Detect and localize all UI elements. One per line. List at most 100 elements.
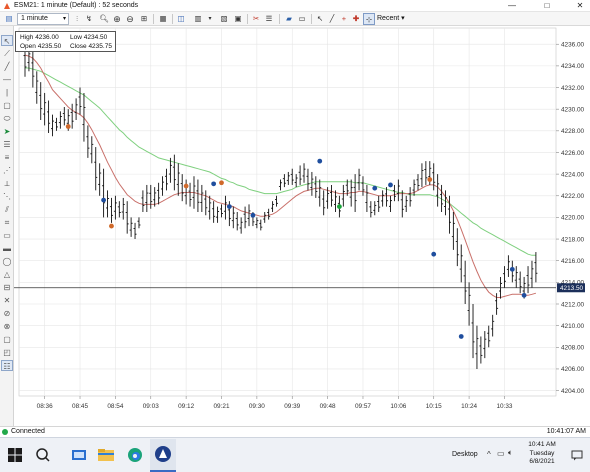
price-chart[interactable]: 4236.00 4234.00 4232.00 4230.00 4228.00 4226.… — [14, 26, 590, 426]
price-bar — [117, 201, 121, 218]
snapshot-icon[interactable]: ▰ — [283, 13, 295, 25]
file-explorer-icon[interactable] — [95, 444, 117, 466]
ruler-tool-icon[interactable]: ⟋ — [1, 48, 13, 59]
horizontal-line-icon[interactable]: — — [1, 74, 13, 85]
search-icon[interactable]: 🔍︎ — [98, 13, 110, 25]
show-hidden-icons[interactable]: ^ — [487, 450, 491, 459]
volume-icon[interactable]: 🔈︎ — [508, 448, 513, 458]
marker-tool-icon[interactable]: ⊟ — [1, 282, 13, 293]
task-view-icon[interactable] — [68, 444, 90, 466]
object-list-icon[interactable]: ☷ — [1, 360, 13, 371]
regression-icon[interactable]: ⫽ — [1, 204, 13, 215]
fib-tool-icon[interactable]: ⋰ — [1, 165, 13, 176]
zoom-out-icon[interactable]: ⊖ — [124, 13, 136, 25]
price-bar — [47, 100, 51, 133]
indicators-icon[interactable]: ◫ — [175, 13, 187, 25]
gann-fan-icon[interactable]: ⋱ — [1, 191, 13, 202]
minimize-button[interactable]: — — [504, 1, 520, 11]
low-value: 4234.50 — [83, 34, 108, 41]
zoom-in-icon[interactable]: ⊕ — [111, 13, 123, 25]
region-tool-icon[interactable]: ▬ — [1, 243, 13, 254]
instrument-icon[interactable]: ▤ — [3, 13, 15, 25]
window-title: ESM21: 1 minute (Default) : 52 seconds — [14, 2, 139, 9]
snap-mode-icon[interactable]: ⊗ — [1, 321, 13, 332]
price-bar — [164, 168, 168, 191]
timeframe-select[interactable]: 1 minute ▾ — [17, 13, 69, 25]
hide-drawing-icon[interactable]: ◰ — [1, 347, 13, 358]
pitchfork-icon[interactable]: ⟂ — [1, 178, 13, 189]
taskbar-clock[interactable]: 10:41 AM Tuesday 6/8/2021 — [520, 441, 564, 467]
bar-type-icon[interactable]: ⫶ — [72, 13, 82, 25]
app-window: ESM21: 1 minute (Default) : 52 seconds —… — [0, 0, 590, 472]
pointer-tool-icon[interactable]: ↖ — [1, 35, 13, 46]
open-label: Open — [20, 43, 36, 50]
fib-extension-icon[interactable]: ⌗ — [1, 217, 13, 228]
templates-icon[interactable]: ▧ — [218, 13, 230, 25]
price-tick-label: 4226.00 — [561, 150, 585, 157]
arrow-tool-icon[interactable]: ➤ — [1, 126, 13, 137]
price-bar — [184, 179, 188, 205]
price-bar — [220, 204, 223, 218]
ellipse-tool-icon[interactable]: ⬭ — [1, 113, 13, 124]
maximize-button[interactable]: □ — [539, 1, 555, 11]
properties-icon[interactable]: ☰ — [263, 13, 275, 25]
price-bar — [369, 201, 373, 218]
alert-icon[interactable]: ▣ — [232, 13, 244, 25]
data-box-icon[interactable]: ▦ — [157, 13, 169, 25]
chart-style-icon[interactable]: ↯ — [83, 13, 95, 25]
edge-browser-icon[interactable] — [124, 444, 146, 466]
split-icon[interactable]: ⊞ — [138, 13, 150, 25]
price-bar — [90, 136, 94, 164]
price-bar — [479, 336, 483, 364]
channel-tool-icon[interactable]: ☰ — [1, 139, 13, 150]
price-bar — [216, 206, 220, 223]
price-bar — [377, 195, 381, 212]
network-icon[interactable]: ▭ — [497, 449, 505, 458]
list-tool-icon[interactable]: ≡ — [1, 152, 13, 163]
scissors-icon[interactable]: ✂ — [250, 13, 262, 25]
time-tick-label: 10:33 — [496, 403, 512, 410]
price-tag-label: 4213.50 — [560, 285, 584, 292]
draw-line-icon[interactable]: ╱ — [326, 13, 338, 25]
search-icon[interactable] — [32, 444, 54, 466]
trade-marker — [509, 266, 515, 272]
chevron-down-icon[interactable]: ▾ — [205, 13, 215, 25]
price-tick-label: 4232.00 — [561, 85, 585, 92]
share-icon[interactable]: ▭ — [296, 13, 308, 25]
pointer-icon[interactable]: ↖ — [314, 13, 326, 25]
strategies-icon[interactable]: ▥ — [192, 13, 204, 25]
plot-frame — [18, 27, 557, 397]
price-bar — [271, 201, 275, 212]
ellipse-shape-icon[interactable]: ◯ — [1, 256, 13, 267]
price-tick-label: 4230.00 — [561, 106, 585, 113]
price-bar — [58, 111, 62, 129]
price-bar — [471, 304, 475, 359]
price-tick-label: 4208.00 — [561, 345, 585, 352]
crosshair-lock-icon[interactable]: ⊹ — [363, 13, 375, 25]
price-bar — [357, 168, 361, 191]
stay-in-draw-icon[interactable]: ⊘ — [1, 308, 13, 319]
time-tick-label: 08:36 — [37, 403, 53, 410]
line-tool-icon[interactable]: ╱ — [1, 61, 13, 72]
global-crosshair-icon[interactable]: ✚ — [350, 13, 362, 25]
trade-marker — [337, 204, 342, 209]
text-tool-icon[interactable]: ▢ — [1, 100, 13, 111]
windows-start-icon[interactable] — [4, 444, 26, 466]
desktop-toolbar-label[interactable]: Desktop — [452, 451, 478, 458]
crosshair-icon[interactable]: + — [338, 13, 350, 25]
notification-icon[interactable] — [571, 450, 583, 461]
rectangle-tool-icon[interactable]: ▭ — [1, 230, 13, 241]
triangle-tool-icon[interactable]: △ — [1, 269, 13, 280]
status-time: 10:41:07 AM — [546, 428, 586, 435]
price-bar — [180, 174, 184, 202]
price-bar — [223, 195, 227, 220]
close-button[interactable]: ✕ — [572, 1, 588, 11]
price-bar — [294, 174, 298, 188]
price-bars — [23, 44, 538, 369]
price-bar — [51, 114, 55, 137]
ninjatrader-taskbar-button[interactable] — [150, 439, 176, 472]
lock-drawing-icon[interactable]: ▢ — [1, 334, 13, 345]
vertical-line-icon[interactable]: | — [1, 87, 13, 98]
recent-menu[interactable]: Recent ▾ — [377, 13, 405, 25]
remove-drawings-icon[interactable]: ✕ — [1, 295, 13, 306]
